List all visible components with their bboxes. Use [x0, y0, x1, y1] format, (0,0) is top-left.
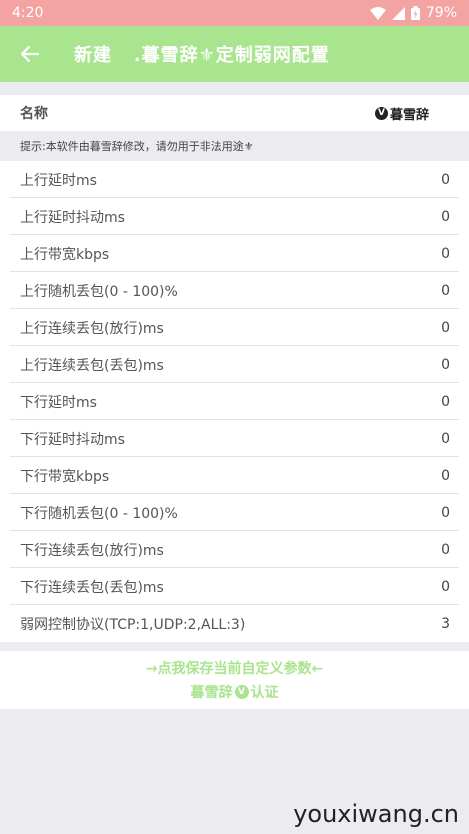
- setting-label: 弱网控制协议(TCP:1,UDP:2,ALL:3): [20, 616, 246, 633]
- setting-label: 上行延时抖动ms: [20, 209, 125, 226]
- battery-icon: [410, 6, 420, 20]
- setting-value: 0: [441, 393, 450, 410]
- setting-value: 0: [441, 578, 450, 595]
- setting-label: 下行延时ms: [20, 394, 97, 411]
- name-row[interactable]: 名称 V 暮雪辞: [0, 95, 469, 131]
- setting-label: 上行带宽kbps: [20, 246, 110, 263]
- setting-row-up-latency[interactable]: 上行延时ms 0: [0, 161, 469, 198]
- certification-label: 暮雪辞 V 认证: [191, 682, 279, 702]
- setting-label: 上行随机丢包(0 - 100)%: [20, 283, 178, 300]
- setting-value: 0: [441, 282, 450, 299]
- setting-label: 上行延时ms: [20, 172, 97, 189]
- setting-value: 0: [441, 430, 450, 447]
- setting-value: 0: [441, 319, 450, 336]
- setting-value: 0: [441, 208, 450, 225]
- setting-row-up-burst-drop[interactable]: 上行连续丢包(丢包)ms 0: [0, 346, 469, 383]
- back-button[interactable]: [14, 38, 46, 70]
- setting-row-down-burst-drop[interactable]: 下行连续丢包(丢包)ms 0: [0, 568, 469, 605]
- setting-label: 下行带宽kbps: [20, 468, 110, 485]
- setting-row-up-bandwidth[interactable]: 上行带宽kbps 0: [0, 235, 469, 272]
- setting-row-down-random-loss[interactable]: 下行随机丢包(0 - 100)% 0: [0, 494, 469, 531]
- setting-value: 0: [441, 467, 450, 484]
- setting-row-down-burst-pass[interactable]: 下行连续丢包(放行)ms 0: [0, 531, 469, 568]
- setting-row-up-jitter[interactable]: 上行延时抖动ms 0: [0, 198, 469, 235]
- setting-value: 0: [441, 171, 450, 188]
- setting-row-down-jitter[interactable]: 下行延时抖动ms 0: [0, 420, 469, 457]
- verified-badge-icon: V: [234, 685, 249, 699]
- name-value-text: 暮雪辞: [389, 107, 429, 123]
- setting-row-down-bandwidth[interactable]: 下行带宽kbps 0: [0, 457, 469, 494]
- setting-row-up-burst-pass[interactable]: 上行连续丢包(放行)ms 0: [0, 309, 469, 346]
- setting-value: 3: [441, 615, 450, 632]
- app-bar: 新建 .暮雪辞⚜定制弱网配置: [0, 26, 469, 82]
- page-title: 新建 .暮雪辞⚜定制弱网配置: [74, 45, 330, 66]
- setting-label: 下行随机丢包(0 - 100)%: [20, 505, 178, 522]
- setting-row-down-latency[interactable]: 下行延时ms 0: [0, 383, 469, 420]
- status-bar: 4:20 79%: [0, 0, 469, 26]
- hint-text: 提示:本软件由暮雪辞修改，请勿用于非法用途⚜: [0, 131, 469, 161]
- signal-icon: [391, 6, 405, 20]
- verified-badge-icon: V: [374, 106, 388, 120]
- setting-value: 0: [441, 541, 450, 558]
- setting-value: 0: [441, 245, 450, 262]
- setting-value: 0: [441, 356, 450, 373]
- setting-label: 上行连续丢包(丢包)ms: [20, 357, 164, 374]
- arrow-left-icon: [20, 45, 40, 63]
- wifi-icon: [369, 6, 386, 20]
- status-icons: 79%: [369, 5, 457, 21]
- setting-label: 下行延时抖动ms: [20, 431, 125, 448]
- watermark: youxiwang.cn: [293, 800, 459, 828]
- save-button[interactable]: →点我保存当前自定义参数← 暮雪辞 V 认证: [0, 651, 469, 709]
- battery-level: 79%: [425, 5, 457, 21]
- setting-row-up-random-loss[interactable]: 上行随机丢包(0 - 100)% 0: [0, 272, 469, 309]
- settings-list: 上行延时ms 0 上行延时抖动ms 0 上行带宽kbps 0 上行随机丢包(0 …: [0, 161, 469, 642]
- certification-name: 暮雪辞: [190, 685, 233, 701]
- status-time: 4:20: [12, 5, 44, 21]
- save-label: →点我保存当前自定义参数←: [145, 661, 324, 677]
- setting-label: 下行连续丢包(放行)ms: [20, 542, 164, 559]
- name-label: 名称: [20, 106, 48, 122]
- certification-suffix: 认证: [250, 685, 279, 701]
- setting-row-protocol[interactable]: 弱网控制协议(TCP:1,UDP:2,ALL:3) 3: [0, 605, 469, 642]
- name-value: V 暮雪辞: [374, 104, 429, 123]
- setting-label: 上行连续丢包(放行)ms: [20, 320, 164, 337]
- setting-label: 下行连续丢包(丢包)ms: [20, 579, 164, 596]
- setting-value: 0: [441, 504, 450, 521]
